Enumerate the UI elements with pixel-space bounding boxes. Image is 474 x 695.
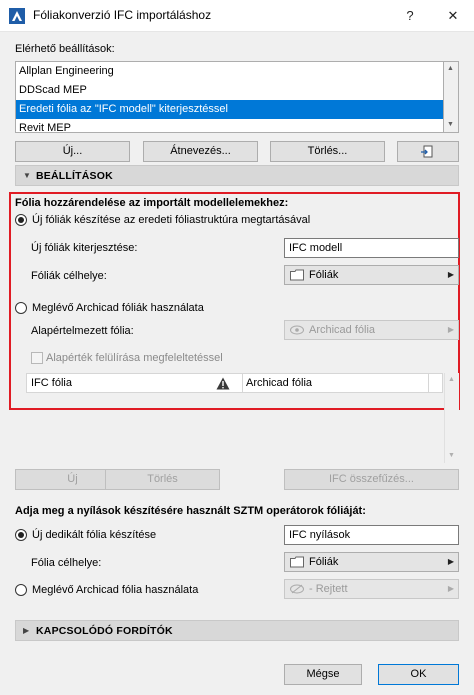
cell-divider <box>242 374 243 392</box>
overwrite-label: Alapérték felülírása megfeleltetéssel <box>46 352 223 364</box>
openings-layer-input[interactable]: IFC nyílások <box>284 525 459 545</box>
target-folder-value: Fóliák <box>309 269 339 281</box>
cancel-button[interactable]: Mégse <box>284 664 362 685</box>
chevron-right-icon: ▶ <box>447 584 454 593</box>
scroll-up-icon[interactable]: ▲ <box>444 62 457 76</box>
table-row[interactable]: IFC fólia Archicad fólia <box>26 373 443 393</box>
settings-section-title: BEÁLLÍTÁSOK <box>36 170 113 182</box>
table-scrollbar[interactable]: ▲ ▼ <box>444 373 459 463</box>
existing-layers-radio[interactable] <box>15 302 27 314</box>
folder-icon <box>290 556 304 568</box>
new-layers-radio[interactable] <box>15 214 27 226</box>
scroll-up-icon[interactable]: ▲ <box>445 373 458 387</box>
default-layer-value: Archicad fólia <box>309 324 376 336</box>
related-translators-header[interactable]: ▶ KAPCSOLÓDÓ FORDÍTÓK <box>15 620 459 641</box>
presets-label: Elérhető beállítások: <box>15 43 115 55</box>
new-preset-button[interactable]: Új... <box>15 141 130 162</box>
settings-section-header[interactable]: ▼ BEÁLLÍTÁSOK <box>15 165 459 186</box>
help-button[interactable]: ? <box>398 4 422 28</box>
eye-icon <box>290 325 304 335</box>
openings-target-select[interactable]: Fóliák ▶ <box>284 552 459 572</box>
related-translators-title: KAPCSOLÓDÓ FORDÍTÓK <box>36 625 173 637</box>
warning-icon <box>216 377 230 390</box>
hidden-eye-icon <box>290 584 304 594</box>
chevron-right-icon: ▶ <box>447 557 454 566</box>
default-layer-label: Alapértelmezett fólia: <box>31 325 134 337</box>
export-icon <box>421 145 433 158</box>
ifc-merge-button[interactable]: IFC összefűzés... <box>284 469 459 490</box>
chevron-right-icon: ▶ <box>447 325 454 334</box>
delete-mapping-button[interactable]: Törlés <box>105 469 220 490</box>
presets-scrollbar[interactable]: ▲ ▼ <box>444 61 459 133</box>
list-item[interactable]: DDScad MEP <box>16 81 443 100</box>
new-dedicated-layer-radio[interactable] <box>15 529 27 541</box>
new-dedicated-layer-label: Új dedikált fólia készítése <box>32 529 157 541</box>
layer-assign-heading: Fólia hozzárendelése az importált modell… <box>15 197 289 209</box>
existing-layer-radio[interactable] <box>15 584 27 596</box>
default-layer-select[interactable]: Archicad fólia ▶ <box>284 320 459 340</box>
extension-input[interactable]: IFC modell <box>284 238 459 258</box>
existing-layer-value: - Rejtett <box>309 583 348 595</box>
export-preset-button[interactable] <box>397 141 459 162</box>
rename-preset-button[interactable]: Átnevezés... <box>143 141 258 162</box>
cell-divider <box>428 374 429 392</box>
existing-layer-label: Meglévő Archicad fólia használata <box>32 584 199 596</box>
overwrite-checkbox[interactable] <box>31 352 43 364</box>
existing-layer-select[interactable]: - Rejtett ▶ <box>284 579 459 599</box>
openings-heading: Adja meg a nyílások készítésére használt… <box>15 505 366 517</box>
archicad-layer-cell: Archicad fólia <box>246 377 313 389</box>
list-item[interactable]: Allplan Engineering <box>16 62 443 81</box>
target-folder-select[interactable]: Fóliák ▶ <box>284 265 459 285</box>
target-label: Fóliák célhelye: <box>31 270 107 282</box>
list-item[interactable]: Revit MEP <box>16 119 443 132</box>
chevron-down-icon: ▼ <box>23 171 31 180</box>
extension-label: Új fóliák kiterjesztése: <box>31 242 138 254</box>
ifc-layer-cell: IFC fólia <box>31 377 72 389</box>
openings-target-value: Fóliák <box>309 556 339 568</box>
window-title: Fóliakonverzió IFC importáláshoz <box>33 8 212 22</box>
folder-icon <box>290 269 304 281</box>
close-button[interactable]: ✕ <box>441 4 465 28</box>
delete-preset-button[interactable]: Törlés... <box>270 141 385 162</box>
scroll-down-icon[interactable]: ▼ <box>445 449 458 463</box>
chevron-right-icon: ▶ <box>447 270 454 279</box>
ok-button[interactable]: OK <box>378 664 459 685</box>
presets-list[interactable]: Allplan Engineering DDScad MEP Eredeti f… <box>15 61 444 133</box>
new-layers-option-label: Új fóliák készítése az eredeti fóliastru… <box>32 214 311 226</box>
openings-target-label: Fólia célhelye: <box>31 557 102 569</box>
scroll-down-icon[interactable]: ▼ <box>444 118 457 132</box>
chevron-right-icon: ▶ <box>23 626 30 635</box>
existing-layers-option-label: Meglévő Archicad fóliák használata <box>32 302 204 314</box>
list-item-selected[interactable]: Eredeti fólia az "IFC modell" kiterjeszt… <box>16 100 443 119</box>
archicad-app-icon <box>9 8 25 24</box>
